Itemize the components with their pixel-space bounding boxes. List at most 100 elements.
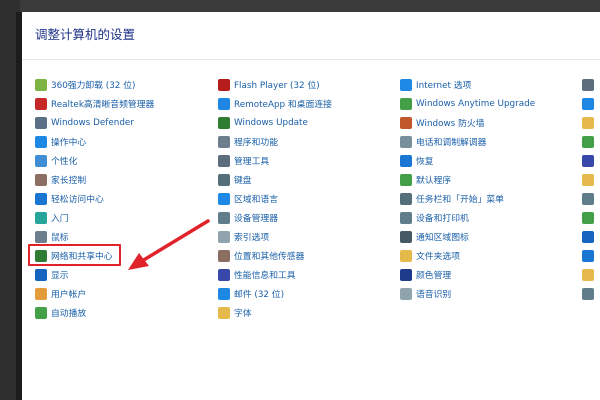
cp-item-2-11[interactable]: 语音识别 xyxy=(400,284,535,303)
cp-item-1-0[interactable]: Flash Player (32 位) xyxy=(218,75,332,94)
cp-item-1-2[interactable]: Windows Update xyxy=(218,113,332,132)
recovery-icon xyxy=(400,154,412,167)
color-management-icon xyxy=(400,268,412,281)
cp-item-1-3[interactable]: 程序和功能 xyxy=(218,132,332,151)
cp-item-0-12[interactable]: 自动播放 xyxy=(35,303,154,322)
control-panel-icon xyxy=(582,211,594,224)
cp-item-2-9[interactable]: 文件夹选项 xyxy=(400,246,535,265)
microphone-icon xyxy=(400,287,412,300)
cp-item-label: 区域和语言 xyxy=(234,195,278,205)
cp-item-label: 入门 xyxy=(51,214,69,224)
control-panel-icon xyxy=(582,192,594,205)
control-panel-icon xyxy=(582,78,594,91)
cp-item-label: 语音识别 xyxy=(416,290,452,300)
autoplay-icon xyxy=(35,306,47,319)
cp-item-partial-5[interactable] xyxy=(582,170,594,189)
cp-item-label: Internet 选项 xyxy=(416,81,472,91)
cp-item-0-3[interactable]: 操作中心 xyxy=(35,132,154,151)
update-icon xyxy=(218,116,230,129)
control-panel-icon xyxy=(582,173,594,186)
flag-icon xyxy=(35,135,47,148)
cp-item-2-3[interactable]: 电话和调制解调器 xyxy=(400,132,535,151)
cp-item-1-11[interactable]: 邮件 (32 位) xyxy=(218,284,332,303)
cp-item-1-5[interactable]: 键盘 xyxy=(218,170,332,189)
cp-item-partial-2[interactable] xyxy=(582,113,594,132)
cp-item-0-0[interactable]: 360强力卸载 (32 位) xyxy=(35,75,154,94)
fonts-folder-icon xyxy=(218,306,230,319)
cp-item-1-9[interactable]: 位置和其他传感器 xyxy=(218,246,332,265)
performance-icon xyxy=(218,268,230,281)
cp-item-2-2[interactable]: Windows 防火墙 xyxy=(400,113,535,132)
cp-item-2-0[interactable]: Internet 选项 xyxy=(400,75,535,94)
cp-item-2-8[interactable]: 通知区域图标 xyxy=(400,227,535,246)
control-panel-icon xyxy=(582,116,594,129)
printer-icon xyxy=(400,211,412,224)
cp-item-partial-0[interactable] xyxy=(582,75,594,94)
cp-item-label: 通知区域图标 xyxy=(416,233,469,243)
cp-item-1-1[interactable]: RemoteApp 和桌面连接 xyxy=(218,94,332,113)
cp-item-label: 性能信息和工具 xyxy=(234,271,296,281)
cp-item-2-5[interactable]: 默认程序 xyxy=(400,170,535,189)
getting-started-icon xyxy=(35,211,47,224)
cp-item-partial-7[interactable] xyxy=(582,208,594,227)
highlight-box xyxy=(28,244,121,266)
cp-item-0-2[interactable]: Windows Defender xyxy=(35,113,154,132)
cp-item-0-11[interactable]: 用户帐户 xyxy=(35,284,154,303)
cp-item-2-1[interactable]: Windows Anytime Upgrade xyxy=(400,94,535,113)
default-programs-icon xyxy=(400,173,412,186)
cp-item-partial-11[interactable] xyxy=(582,284,594,303)
cp-item-0-1[interactable]: Realtek高清晰音频管理器 xyxy=(35,94,154,113)
cp-item-partial-1[interactable] xyxy=(582,94,594,113)
family-icon xyxy=(35,173,47,186)
cp-item-2-7[interactable]: 设备和打印机 xyxy=(400,208,535,227)
cp-item-0-4[interactable]: 个性化 xyxy=(35,151,154,170)
control-panel-icon xyxy=(582,154,594,167)
folder-options-icon xyxy=(400,249,412,262)
control-panel-icon xyxy=(582,287,594,300)
cp-item-0-6[interactable]: 轻松访问中心 xyxy=(35,189,154,208)
cp-item-1-8[interactable]: 索引选项 xyxy=(218,227,332,246)
cp-item-label: 键盘 xyxy=(234,176,252,186)
display-icon xyxy=(35,268,47,281)
cp-item-partial-10[interactable] xyxy=(582,265,594,284)
red-arrow-icon xyxy=(128,219,210,270)
cp-item-label: 自动播放 xyxy=(51,309,87,319)
mouse-icon xyxy=(35,230,47,243)
cp-item-label: Windows 防火墙 xyxy=(416,119,485,129)
cp-item-0-5[interactable]: 家长控制 xyxy=(35,170,154,189)
region-globe-icon xyxy=(218,192,230,205)
cp-item-2-10[interactable]: 颜色管理 xyxy=(400,265,535,284)
admin-tools-icon xyxy=(218,154,230,167)
cp-item-partial-6[interactable] xyxy=(582,189,594,208)
cp-item-partial-3[interactable] xyxy=(582,132,594,151)
cp-item-label: 位置和其他传感器 xyxy=(234,252,305,262)
cp-item-1-7[interactable]: 设备管理器 xyxy=(218,208,332,227)
speaker-icon xyxy=(35,97,47,110)
cp-item-label: 文件夹选项 xyxy=(416,252,460,262)
cp-item-2-4[interactable]: 恢复 xyxy=(400,151,535,170)
cp-item-label: Windows Defender xyxy=(51,117,134,128)
accessibility-icon xyxy=(35,192,47,205)
cp-item-partial-4[interactable] xyxy=(582,151,594,170)
cp-item-partial-9[interactable] xyxy=(582,246,594,265)
cp-item-1-6[interactable]: 区域和语言 xyxy=(218,189,332,208)
control-panel-window: 调整计算机的设置 360强力卸载 (32 位) Realtek高清晰音频管理器 Wi… xyxy=(22,12,600,400)
cp-item-1-4[interactable]: 管理工具 xyxy=(218,151,332,170)
cp-item-2-6[interactable]: 任务栏和「开始」菜单 xyxy=(400,189,535,208)
header: 调整计算机的设置 xyxy=(22,12,600,60)
control-panel-icon xyxy=(582,249,594,262)
cp-item-1-12[interactable]: 字体 xyxy=(218,303,332,322)
cp-item-label: 个性化 xyxy=(51,157,78,167)
cp-item-label: 轻松访问中心 xyxy=(51,195,104,205)
items-column-3: Internet 选项 Windows Anytime Upgrade Window… xyxy=(400,75,535,303)
items-column-1: 360强力卸载 (32 位) Realtek高清晰音频管理器 Windows Def… xyxy=(35,75,154,322)
cp-item-partial-8[interactable] xyxy=(582,227,594,246)
windows-logo-icon xyxy=(400,97,412,110)
cp-item-1-10[interactable]: 性能信息和工具 xyxy=(218,265,332,284)
remote-desktop-icon xyxy=(218,97,230,110)
control-panel-icon xyxy=(582,268,594,281)
items-column-4-partial xyxy=(582,75,594,303)
internet-options-icon xyxy=(400,78,412,91)
cp-item-label: 鼠标 xyxy=(51,233,69,243)
taskbar-icon xyxy=(400,192,412,205)
